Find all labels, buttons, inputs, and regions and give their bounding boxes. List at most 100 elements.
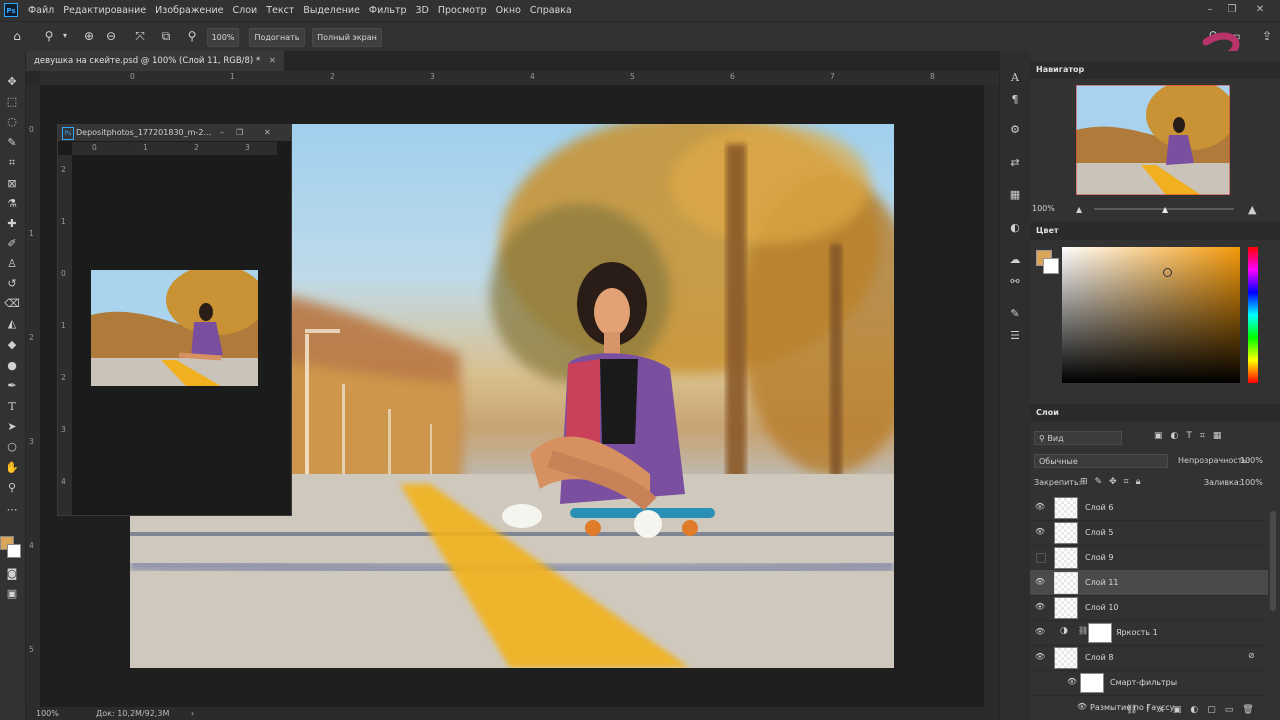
minimize-icon[interactable]: – [1202, 2, 1218, 18]
zoom-out-mountain-icon[interactable]: ▲ [1076, 205, 1082, 214]
layer-row[interactable]: 👁︎ ◑ ⛓ Яркость 1 [1030, 620, 1268, 646]
menu-item[interactable]: Файл [28, 5, 54, 16]
hand-tool-icon[interactable]: ✋ [3, 459, 21, 477]
dodge-tool-icon[interactable]: ● [3, 357, 21, 375]
layer-mask-thumbnail[interactable] [1088, 623, 1112, 643]
path-select-icon[interactable]: ➤ [3, 418, 21, 436]
eye-icon[interactable]: 👁︎ [1034, 626, 1046, 638]
eye-icon[interactable]: 👁︎ [1034, 526, 1046, 538]
layer-action-icons[interactable]: ⛓fx▣◐▢▭🗑︎ [1126, 705, 1263, 715]
screen-mode-icon[interactable]: ▣ [3, 585, 21, 603]
home-icon[interactable]: ⌂ [8, 27, 26, 45]
fill-value[interactable]: 100% [1240, 478, 1263, 487]
scrubby-zoom-icon[interactable]: ⚲ [183, 27, 201, 45]
color-picker-cursor[interactable] [1163, 268, 1172, 277]
minimize-icon[interactable]: – [220, 125, 224, 141]
menu-item[interactable]: Изображение [155, 5, 223, 16]
layers-panel-title[interactable]: Слои [1030, 404, 1280, 422]
hidden-visibility-box[interactable] [1036, 553, 1046, 563]
libraries-panel-icon[interactable]: ☁ [1006, 251, 1024, 269]
layer-row[interactable]: Слой 9 [1030, 545, 1268, 571]
menu-item[interactable]: Текст [266, 5, 294, 16]
resize-windows-icon[interactable]: ⤧ [131, 27, 149, 45]
status-menu-arrow-icon[interactable]: › [191, 707, 194, 720]
fit-screen-button[interactable]: Подогнать [249, 28, 305, 47]
zoom-in-mountain-icon[interactable]: ▲ [1248, 203, 1256, 216]
zoom-in-icon[interactable]: ⊕ [80, 27, 98, 45]
stamp-tool-icon[interactable]: ♙ [3, 255, 21, 273]
color-picker-field[interactable] [1062, 247, 1240, 383]
paragraph-panel-icon[interactable]: ¶ [1006, 91, 1024, 109]
color-panel-icon[interactable]: ◐ [1006, 219, 1024, 237]
adjustments-panel-icon[interactable]: ⇄ [1006, 154, 1024, 172]
document-tab[interactable]: девушка на скейте.psd @ 100% (Слой 11, R… [26, 51, 285, 71]
blend-mode-select[interactable]: Обычные [1034, 454, 1168, 468]
layer-row[interactable]: 👁︎ Слой 10 [1030, 595, 1268, 621]
layer-filter-select[interactable]: ⚲ Вид [1034, 431, 1122, 445]
floating-window-titlebar[interactable]: Ps Depositphotos_177201830_m-2... – ❐ ✕ [58, 125, 291, 141]
menu-item[interactable]: Слои [232, 5, 257, 16]
zoom-tool-icon[interactable]: ⚲ [3, 479, 21, 497]
pen-tool-icon[interactable]: ✒ [3, 377, 21, 395]
eye-icon[interactable]: 👁︎ [1034, 576, 1046, 588]
color-background-swatch[interactable] [1043, 258, 1059, 274]
restore-icon[interactable]: ❐ [1224, 2, 1240, 18]
chevron-down-icon[interactable]: ▾ [56, 27, 74, 45]
chain-link-icon[interactable]: ⛓ [1078, 626, 1088, 635]
navigator-preview[interactable] [1076, 85, 1230, 195]
channels-panel-icon[interactable]: ⚯ [1006, 273, 1024, 291]
quick-mask-icon[interactable]: ◙ [3, 565, 21, 583]
eye-icon[interactable]: 👁︎ [1034, 601, 1046, 613]
blur-tool-icon[interactable]: ◆ [3, 336, 21, 354]
swatches-panel-icon[interactable]: ▦ [1006, 186, 1024, 204]
properties-panel-icon[interactable]: ⚙ [1006, 121, 1024, 139]
sliders-icon[interactable]: ☰ [1006, 327, 1024, 345]
layer-row[interactable]: 👁︎ Слой 8 ⊘ [1030, 645, 1268, 671]
menu-item[interactable]: Справка [530, 5, 572, 16]
layer-row[interactable]: 👁︎ Смарт-фильтры [1030, 670, 1268, 696]
eyedropper-tool-icon[interactable]: ⚗ [3, 195, 21, 213]
layer-row-selected[interactable]: 👁︎ Слой 11 [1030, 570, 1268, 596]
layers-scrollbar[interactable] [1270, 511, 1276, 611]
close-tab-icon[interactable]: ✕ [269, 56, 276, 66]
zoom-out-icon[interactable]: ⊖ [102, 27, 120, 45]
brush-settings-icon[interactable]: ✎ [1006, 305, 1024, 323]
fullscreen-button[interactable]: Полный экран [312, 28, 382, 47]
menu-item[interactable]: Окно [496, 5, 521, 16]
menu-item[interactable]: Редактирование [63, 5, 146, 16]
gradient-tool-icon[interactable]: ◭ [3, 315, 21, 333]
layer-row[interactable]: 👁︎ Слой 5 [1030, 520, 1268, 546]
lock-icons[interactable]: ⊞✎✥⌗🔒︎ [1080, 477, 1147, 487]
share-icon[interactable]: ⇪ [1258, 27, 1276, 45]
restore-icon[interactable]: ❐ [236, 125, 243, 141]
eye-icon[interactable]: 👁︎ [1034, 501, 1046, 513]
menu-item[interactable]: Фильтр [369, 5, 407, 16]
menu-item[interactable]: Выделение [303, 5, 360, 16]
hue-slider[interactable] [1248, 247, 1258, 383]
ellipse-tool-icon[interactable]: ○ [3, 438, 21, 456]
marquee-tool-icon[interactable]: ⬚ [3, 93, 21, 111]
close-icon[interactable]: ✕ [264, 125, 271, 141]
opacity-value[interactable]: 100% [1240, 456, 1263, 465]
layer-filter-icons[interactable]: ▣◐T⌗▦ [1154, 431, 1229, 441]
layer-row[interactable]: 👁︎ Слой 6 [1030, 495, 1268, 521]
crop-tool-icon[interactable]: ⌗ [3, 154, 21, 172]
more-tools-icon[interactable]: ⋯ [3, 501, 21, 519]
color-panel-title[interactable]: Цвет [1030, 222, 1280, 240]
character-panel-icon[interactable]: A [1006, 69, 1024, 87]
navigator-panel-title[interactable]: Навигатор [1030, 61, 1280, 79]
menu-item[interactable]: Просмотр [438, 5, 487, 16]
eye-icon[interactable]: 👁︎ [1066, 676, 1078, 688]
zoom-100-button[interactable]: 100% [207, 28, 239, 47]
floating-document-window[interactable]: Ps Depositphotos_177201830_m-2... – ❐ ✕ … [57, 124, 292, 516]
filter-mask-thumbnail[interactable] [1080, 673, 1104, 693]
lasso-tool-icon[interactable]: ◌ [3, 113, 21, 131]
zoom-all-windows-icon[interactable]: ⧉ [157, 27, 175, 45]
background-color-swatch[interactable] [7, 544, 21, 558]
move-tool-icon[interactable]: ✥ [3, 73, 21, 91]
eraser-tool-icon[interactable]: ⌫ [3, 295, 21, 313]
menu-item[interactable]: 3D [416, 5, 429, 16]
vertical-scrollbar[interactable] [984, 85, 999, 707]
navigator-slider-thumb[interactable]: ▲ [1162, 205, 1168, 214]
brush-tool-icon[interactable]: ✐ [3, 235, 21, 253]
